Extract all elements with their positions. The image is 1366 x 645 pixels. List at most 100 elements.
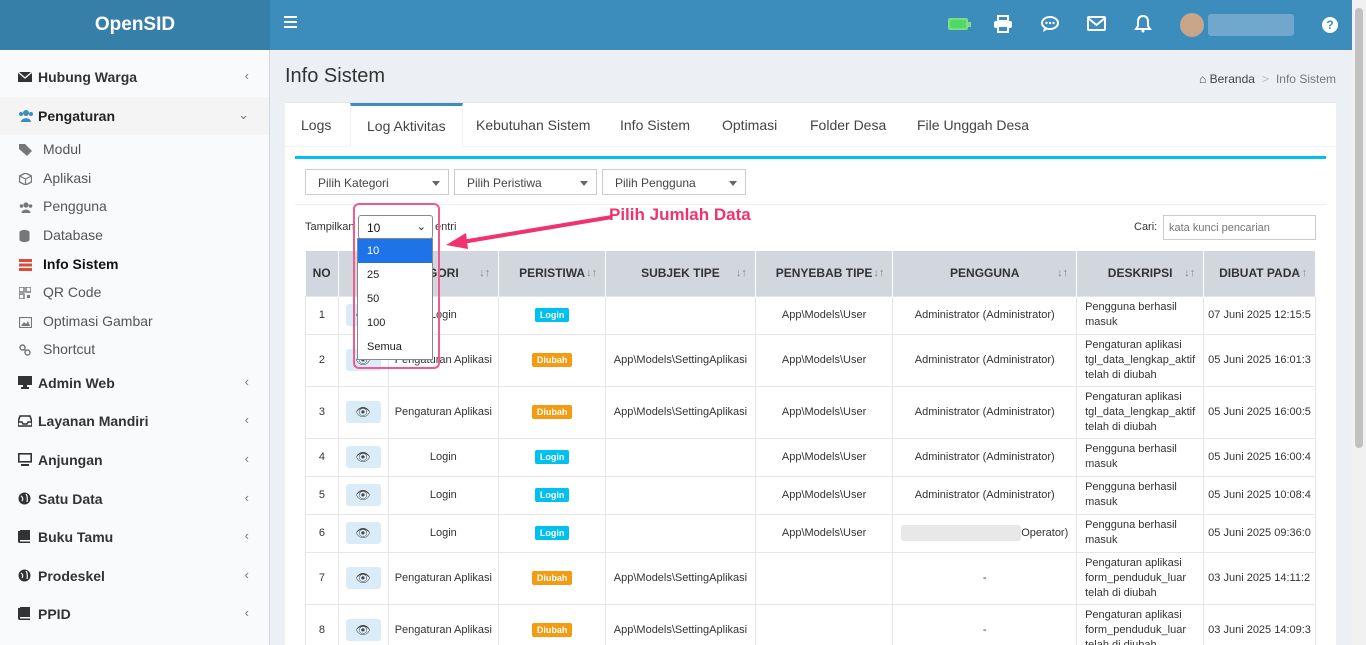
chevron-left-icon: ‹ [244,374,249,389]
view-button[interactable]: 👁 [345,446,381,468]
cell-pengguna: Administrator (Administrator) [892,333,1078,387]
cell-penyebab-tipe [754,551,894,605]
eye-icon: 👁 [355,623,371,637]
mail-icon[interactable] [1087,15,1109,35]
redacted-name [901,525,1022,541]
scrollbar-thumb[interactable] [1355,8,1363,448]
sidebar-subitem-database[interactable]: Database [0,221,269,249]
status-badge: Login [534,488,570,502]
book-icon [18,607,32,620]
tab-file-unggah-desa[interactable]: File Unggah Desa [901,103,1045,147]
cell-kategori: Login [387,437,500,477]
sidebar-item-ppid[interactable]: PPID ‹ [0,595,269,633]
col-penyebab-tipe[interactable]: PENYEBAB TIPE ↓↑ [755,251,894,296]
sidebar-item-layanan-mandiri[interactable]: Layanan Mandiri ‹ [0,402,269,440]
sidebar-item-pengaturan[interactable]: Pengaturan ⌄ [0,97,269,135]
view-button[interactable]: 👁 [345,567,381,589]
chat-icon[interactable] [1040,15,1062,35]
sidebar-item-prodeskel[interactable]: Prodeskel ‹ [0,557,269,595]
annotation-label: Pilih Jumlah Data [609,205,751,224]
chevron-left-icon: ‹ [244,68,249,83]
cell-aksi: 👁 [337,551,389,605]
col-no[interactable]: NO [305,251,339,296]
view-button[interactable]: 👁 [345,401,381,423]
cell-subjek-tipe: App\Models\SettingAplikasi [605,551,756,605]
activity-log-table: NO A GORI↓↑ PERISTIWA↓↑ SUBJEK TIPE↓↑ PE… [305,251,1316,645]
col-pengguna[interactable]: PENGGUNA ↓↑ [892,251,1078,296]
cell-subjek-tipe [605,513,756,553]
cell-subjek-tipe: App\Models\SettingAplikasi [605,603,756,645]
cell-kategori: Pengaturan Aplikasi [387,385,500,439]
cell-pengguna: - [892,551,1078,605]
col-deskripsi[interactable]: DESKRIPSI ↓↑ [1076,251,1205,296]
tab-logs[interactable]: Logs [285,103,347,147]
menu-icon[interactable] [284,16,297,28]
vertical-scrollbar[interactable] [1352,0,1366,645]
sort-icon: ↓↑ [1057,267,1069,279]
sidebar-item-hubung-warga[interactable]: Hubung Warga ‹ [0,58,269,96]
sidebar-subitem-optimasi-gambar[interactable]: Optimasi Gambar [0,307,269,335]
cell-aksi: 👁 [337,437,389,477]
sidebar-subitem-pengguna[interactable]: Pengguna [0,192,269,220]
tab-info-sistem[interactable]: Info Sistem [604,103,706,147]
col-subjek-tipe[interactable]: SUBJEK TIPE ↓↑ [605,251,756,296]
cell-deskripsi: Pengguna berhasil masuk [1076,437,1205,477]
peristiwa-filter-select[interactable]: Pilih Peristiwa [454,169,597,195]
sidebar-subitem-qr-code[interactable]: QR Code [0,278,269,306]
view-button[interactable]: 👁 [345,619,381,641]
kategori-filter-select[interactable]: Pilih Kategori [305,169,449,195]
cell-deskripsi: Pengguna berhasil masuk [1076,513,1205,553]
help-icon[interactable]: ? [1322,17,1338,33]
sidebar-subitem-modul[interactable]: Modul [0,135,269,163]
sidebar-subitem-shortcut[interactable]: Shortcut [0,335,269,363]
link-icon [19,343,32,356]
sidebar-item-anjungan[interactable]: Anjungan ‹ [0,441,269,479]
sidebar-item-satu-data[interactable]: Satu Data ‹ [0,480,269,518]
cell-pengguna: Administrator (Administrator) [892,437,1078,477]
cell-pengguna: Administrator (Administrator) [892,475,1078,515]
pengguna-filter-select[interactable]: Pilih Pengguna [602,169,746,195]
sort-icon: ↓↑ [873,267,885,279]
cell-subjek-tipe: App\Models\SettingAplikasi [605,333,756,387]
user-name-blurred[interactable] [1208,14,1294,36]
sidebar-item-buku-tamu[interactable]: Buku Tamu ‹ [0,518,269,556]
sidebar-item-admin-web[interactable]: Admin Web ‹ [0,364,269,402]
col-peristiwa[interactable]: PERISTIWA ↓↑ [498,251,607,296]
print-icon[interactable] [993,15,1015,35]
view-button[interactable]: 👁 [345,522,381,544]
tab-optimasi[interactable]: Optimasi [706,103,793,147]
cell-subjek-tipe: App\Models\SettingAplikasi [605,385,756,439]
view-button[interactable]: 👁 [345,484,381,506]
cell-dibuat-pada: 05 Juni 2025 10:08:4 [1203,475,1316,515]
cell-peristiwa: Login [498,475,607,515]
bell-icon[interactable] [1134,14,1156,35]
app-logo[interactable]: OpenSID [0,0,270,50]
annotation-arrow [446,215,613,249]
tab-log-aktivitas[interactable]: Log Aktivitas [350,103,463,147]
caret-down-icon [432,181,440,186]
cell-kategori: Login [387,513,500,553]
chevron-down-icon: ⌄ [238,107,249,122]
breadcrumb-home[interactable]: Beranda [1210,72,1255,86]
col-dibuat-pada[interactable]: DIBUAT PADA ↓↑ [1203,251,1316,296]
cell-pengguna: Administrator (Administrator) [892,295,1078,335]
cell-no: 4 [305,437,339,477]
cell-subjek-tipe [605,475,756,515]
chevron-left-icon: ‹ [244,567,249,582]
cell-penyebab-tipe: App\Models\User [754,385,894,439]
table-row: 8 👁 Pengaturan Aplikasi Diubah App\Models\Se… [305,603,1316,645]
eye-icon: 👁 [355,450,371,464]
cell-pengguna: - [892,603,1078,645]
sidebar-subitem-info-sistem[interactable]: Info Sistem [0,250,269,278]
battery-icon[interactable] [948,18,971,30]
image-icon [18,315,33,329]
avatar[interactable] [1180,13,1204,37]
table-row: 4 👁 Login Login App\Models\User Administrator… [305,437,1316,477]
globe-icon [18,492,32,505]
search-input[interactable] [1163,215,1316,240]
tab-kebutuhan-sistem[interactable]: Kebutuhan Sistem [460,103,606,147]
sidebar-subitem-aplikasi[interactable]: Aplikasi [0,164,269,192]
cell-peristiwa: Login [498,295,607,335]
tab-folder-desa[interactable]: Folder Desa [794,103,902,147]
cell-penyebab-tipe: App\Models\User [754,295,894,335]
